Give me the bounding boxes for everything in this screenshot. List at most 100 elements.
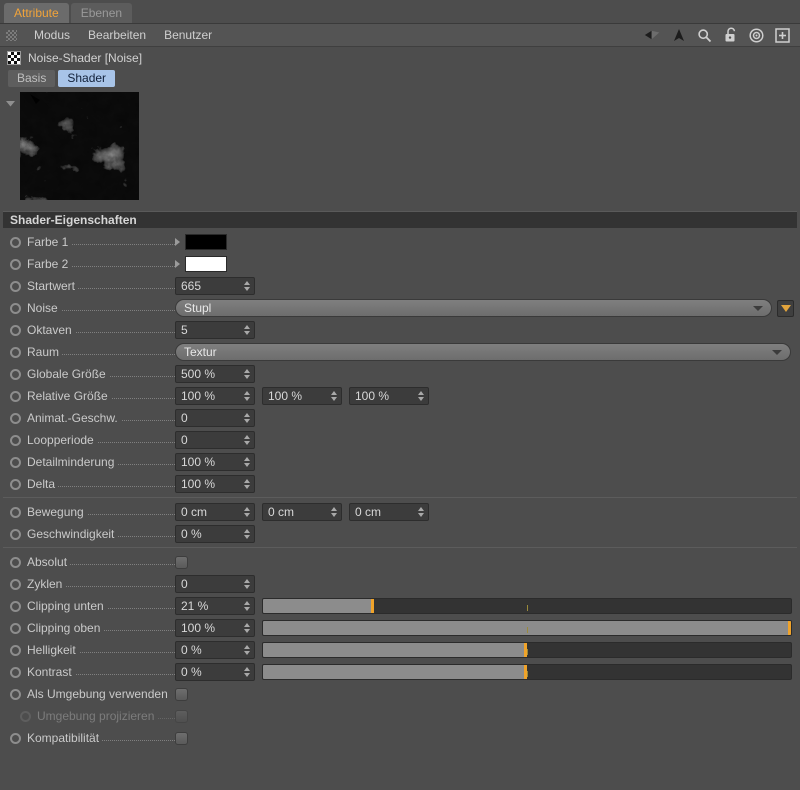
helligkeit-stepper[interactable] <box>242 645 254 655</box>
globale-groesse-stepper[interactable] <box>242 369 254 379</box>
property-row-umgebung-projizieren: Umgebung projizieren <box>0 705 800 727</box>
bewegung-stepper[interactable] <box>242 507 254 517</box>
keyframe-dot-icon-delta[interactable] <box>10 478 21 490</box>
expand-triangle-icon-farbe-1[interactable] <box>175 238 180 246</box>
keyframe-dot-icon-geschwindigkeit[interactable] <box>10 528 21 540</box>
helligkeit-input[interactable]: 0 % <box>175 641 255 659</box>
expand-triangle-icon-farbe-2[interactable] <box>175 260 180 268</box>
keyframe-dot-icon-relative-groesse[interactable] <box>10 390 21 402</box>
bewegung-stepper[interactable] <box>329 507 341 517</box>
tab-basis[interactable]: Basis <box>8 70 56 87</box>
keyframe-dot-icon-clipping-unten[interactable] <box>10 600 21 612</box>
zyklen-stepper[interactable] <box>242 579 254 589</box>
bewegung-input-2[interactable]: 0 cm <box>262 503 342 521</box>
color-swatch-farbe-2[interactable] <box>185 256 227 272</box>
keyframe-dot-icon-farbe-2[interactable] <box>10 258 21 270</box>
keyframe-dot-icon-zyklen[interactable] <box>10 578 21 590</box>
slider-helligkeit[interactable] <box>262 642 792 658</box>
shader-tab-strip: Basis Shader <box>0 68 800 89</box>
relative-groesse-stepper[interactable] <box>416 391 428 401</box>
checkbox-absolut[interactable] <box>175 555 188 569</box>
keyframe-dot-icon-noise[interactable] <box>10 302 21 314</box>
keyframe-dot-icon-globale-groesse[interactable] <box>10 368 21 380</box>
search-icon[interactable] <box>696 27 713 44</box>
kontrast-stepper[interactable] <box>242 667 254 677</box>
keyframe-dot-icon-bewegung[interactable] <box>10 506 21 518</box>
slider-handle-clipping-oben[interactable] <box>788 621 791 635</box>
animat-geschw-input[interactable]: 0 <box>175 409 255 427</box>
slider-fill-clipping-unten <box>263 599 374 613</box>
keyframe-dot-icon-kompatibilitaet[interactable] <box>10 732 21 744</box>
delta-stepper[interactable] <box>242 479 254 489</box>
dropdown-raum[interactable]: Textur <box>175 343 791 361</box>
menu-item-bearbeiten[interactable]: Bearbeiten <box>79 24 155 47</box>
keyframe-dot-icon-helligkeit[interactable] <box>10 644 21 656</box>
kontrast-input[interactable]: 0 % <box>175 663 255 681</box>
bewegung-input-3[interactable]: 0 cm <box>349 503 429 521</box>
delta-input[interactable]: 100 % <box>175 475 255 493</box>
relative-groesse-input-3[interactable]: 100 % <box>349 387 429 405</box>
keyframe-dot-icon-loopperiode[interactable] <box>10 434 21 446</box>
slider-handle-helligkeit[interactable] <box>524 643 527 657</box>
clipping-unten-stepper[interactable] <box>242 601 254 611</box>
keyframe-dot-icon-startwert[interactable] <box>10 280 21 292</box>
plus-box-icon[interactable] <box>774 27 791 44</box>
grip-dots-icon[interactable] <box>6 29 17 41</box>
checkbox-kompatibilitaet[interactable] <box>175 731 188 745</box>
keyframe-dot-icon-umgebung-projizieren[interactable] <box>20 710 31 722</box>
keyframe-dot-icon-farbe-1[interactable] <box>10 236 21 248</box>
slider-kontrast[interactable] <box>262 664 792 680</box>
window-tab-attribute[interactable]: Attribute <box>4 3 69 23</box>
keyframe-dot-icon-als-umgebung-verwenden[interactable] <box>10 688 21 700</box>
window-tab-ebenen[interactable]: Ebenen <box>70 3 133 23</box>
bewegung-stepper[interactable] <box>416 507 428 517</box>
keyframe-dot-icon-oktaven[interactable] <box>10 324 21 336</box>
detailminderung-stepper[interactable] <box>242 457 254 467</box>
filter-button-noise[interactable] <box>777 299 794 317</box>
keyframe-dot-icon-raum[interactable] <box>10 346 21 358</box>
menu-item-benutzer[interactable]: Benutzer <box>155 24 221 47</box>
geschwindigkeit-stepper[interactable] <box>242 529 254 539</box>
relative-groesse-input[interactable]: 100 % <box>175 387 255 405</box>
loopperiode-input[interactable]: 0 <box>175 431 255 449</box>
relative-groesse-stepper[interactable] <box>242 391 254 401</box>
back-arrow-icon[interactable] <box>644 27 661 44</box>
oktaven-stepper[interactable] <box>242 325 254 335</box>
checkbox-als-umgebung-verwenden[interactable] <box>175 687 188 701</box>
startwert-input[interactable]: 665 <box>175 277 255 295</box>
dropdown-noise[interactable]: Stupl <box>175 299 772 317</box>
clipping-oben-stepper[interactable] <box>242 623 254 633</box>
keyframe-dot-icon-animat-geschw[interactable] <box>10 412 21 424</box>
relative-groesse-input-2[interactable]: 100 % <box>262 387 342 405</box>
loopperiode-stepper[interactable] <box>242 435 254 445</box>
keyframe-dot-icon-absolut[interactable] <box>10 556 21 568</box>
zyklen-input[interactable]: 0 <box>175 575 255 593</box>
up-arrow-icon[interactable] <box>670 27 687 44</box>
detailminderung-input[interactable]: 100 % <box>175 453 255 471</box>
tab-shader[interactable]: Shader <box>58 70 116 87</box>
checkbox-umgebung-projizieren[interactable] <box>175 709 188 723</box>
startwert-stepper[interactable] <box>242 281 254 291</box>
slider-clipping-oben[interactable] <box>262 620 792 636</box>
geschwindigkeit-input[interactable]: 0 % <box>175 525 255 543</box>
slider-handle-kontrast[interactable] <box>524 665 527 679</box>
bewegung-input[interactable]: 0 cm <box>175 503 255 521</box>
keyframe-dot-icon-clipping-oben[interactable] <box>10 622 21 634</box>
clipping-unten-input[interactable]: 21 % <box>175 597 255 615</box>
menu-item-modus[interactable]: Modus <box>25 24 79 47</box>
bewegung-value: 0 cm <box>268 505 295 519</box>
color-swatch-farbe-1[interactable] <box>185 234 227 250</box>
relative-groesse-stepper[interactable] <box>329 391 341 401</box>
preview-collapse-arrow-icon[interactable] <box>6 92 20 208</box>
noise-preview-frame[interactable] <box>20 92 139 200</box>
oktaven-input[interactable]: 5 <box>175 321 255 339</box>
lock-open-icon[interactable] <box>722 27 739 44</box>
target-icon[interactable] <box>748 27 765 44</box>
clipping-oben-input[interactable]: 100 % <box>175 619 255 637</box>
keyframe-dot-icon-detailminderung[interactable] <box>10 456 21 468</box>
slider-clipping-unten[interactable] <box>262 598 792 614</box>
animat-geschw-stepper[interactable] <box>242 413 254 423</box>
globale-groesse-input[interactable]: 500 % <box>175 365 255 383</box>
slider-handle-clipping-unten[interactable] <box>370 599 374 613</box>
keyframe-dot-icon-kontrast[interactable] <box>10 666 21 678</box>
